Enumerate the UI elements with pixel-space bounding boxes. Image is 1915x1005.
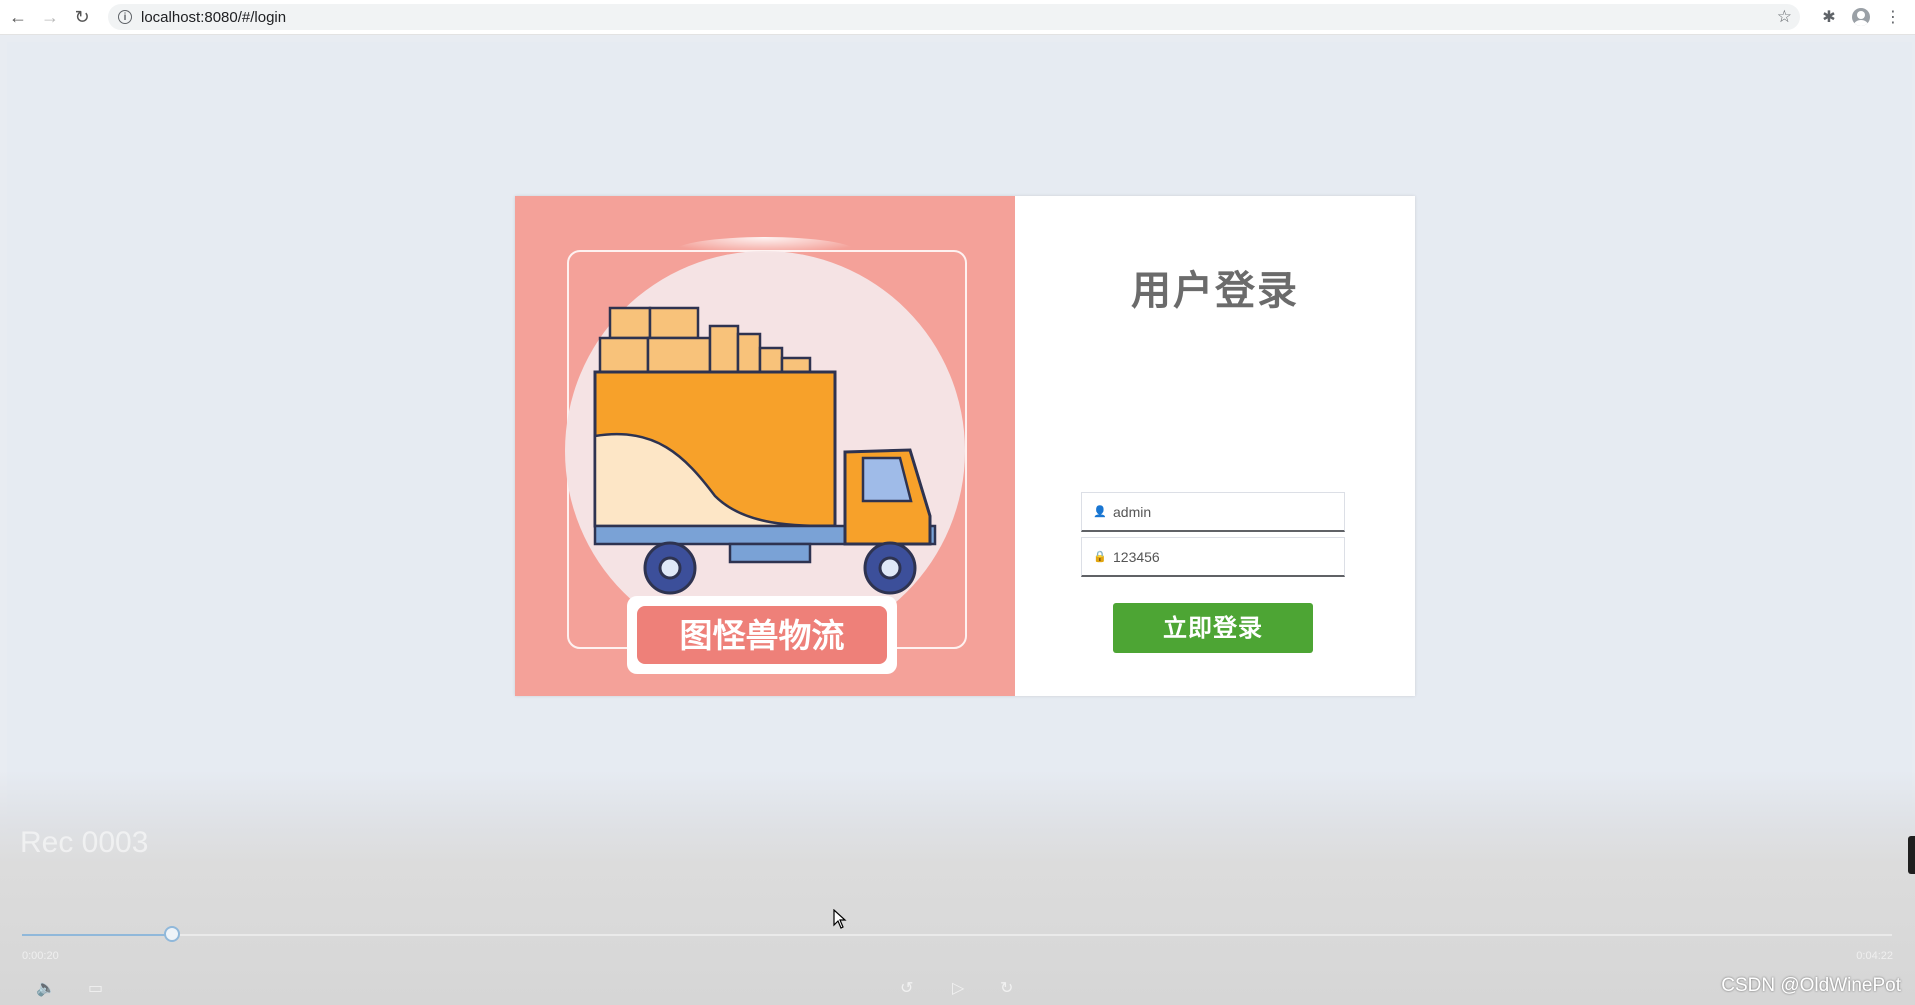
reload-icon[interactable]: ↻ (68, 3, 96, 31)
captions-icon[interactable]: ▭ (88, 978, 103, 998)
avatar-icon (1852, 8, 1870, 26)
password-value[interactable]: 123456 (1113, 549, 1160, 565)
truck-illustration: 图怪兽物流 (565, 237, 967, 674)
watermark: CSDN @OldWinePot (1721, 975, 1901, 996)
page-title: 用户登录 (1131, 268, 1299, 314)
video-player-controls: Rec 0003 0:00:20 0:04:22 🔈 ▭ ↺ ▷ ↻ (0, 770, 1915, 1005)
duration: 0:04:22 (1856, 950, 1893, 962)
mouse-cursor-icon (833, 909, 847, 929)
forward-icon[interactable]: → (36, 3, 64, 31)
seek-handle[interactable] (164, 926, 180, 942)
back-icon[interactable]: ← (4, 3, 32, 31)
bookmark-star-icon[interactable]: ☆ (1777, 7, 1792, 27)
toolbar-right: ✱ ⋮ (1813, 4, 1909, 30)
illustration-banner-text: 图怪兽物流 (680, 616, 845, 655)
extensions-icon[interactable]: ✱ (1813, 4, 1845, 30)
username-value[interactable]: admin (1113, 504, 1151, 520)
user-icon: 👤 (1093, 506, 1107, 518)
fast-forward-icon[interactable]: ↻ (1000, 978, 1013, 998)
play-icon[interactable]: ▷ (952, 978, 964, 998)
seek-progress (22, 934, 172, 936)
profile-button[interactable] (1845, 4, 1877, 30)
username-field[interactable]: 👤 admin (1081, 492, 1345, 532)
browser-toolbar: ← → ↻ i localhost:8080/#/login ☆ ✱ ⋮ (0, 0, 1915, 35)
volume-icon[interactable]: 🔈 (36, 978, 56, 998)
password-field[interactable]: 🔒 123456 (1081, 537, 1345, 577)
site-info-icon[interactable]: i (118, 10, 132, 24)
side-panel-handle[interactable] (1908, 836, 1915, 874)
logistics-illustration: 图怪兽物流 (515, 196, 1015, 696)
address-bar[interactable]: i localhost:8080/#/login ☆ (108, 4, 1800, 30)
current-time: 0:00:20 (22, 950, 59, 962)
login-card: 图怪兽物流 用户登录 👤 admin 🔒 123456 立即登录 (515, 196, 1415, 696)
seek-bar[interactable] (22, 934, 1892, 936)
recording-title: Rec 0003 (20, 826, 149, 859)
login-form: 用户登录 👤 admin 🔒 123456 立即登录 (1015, 196, 1415, 696)
lock-icon: 🔒 (1093, 551, 1107, 563)
menu-icon[interactable]: ⋮ (1877, 4, 1909, 30)
url-text[interactable]: localhost:8080/#/login (141, 9, 286, 26)
login-button[interactable]: 立即登录 (1113, 603, 1313, 653)
rewind-icon[interactable]: ↺ (900, 978, 913, 998)
